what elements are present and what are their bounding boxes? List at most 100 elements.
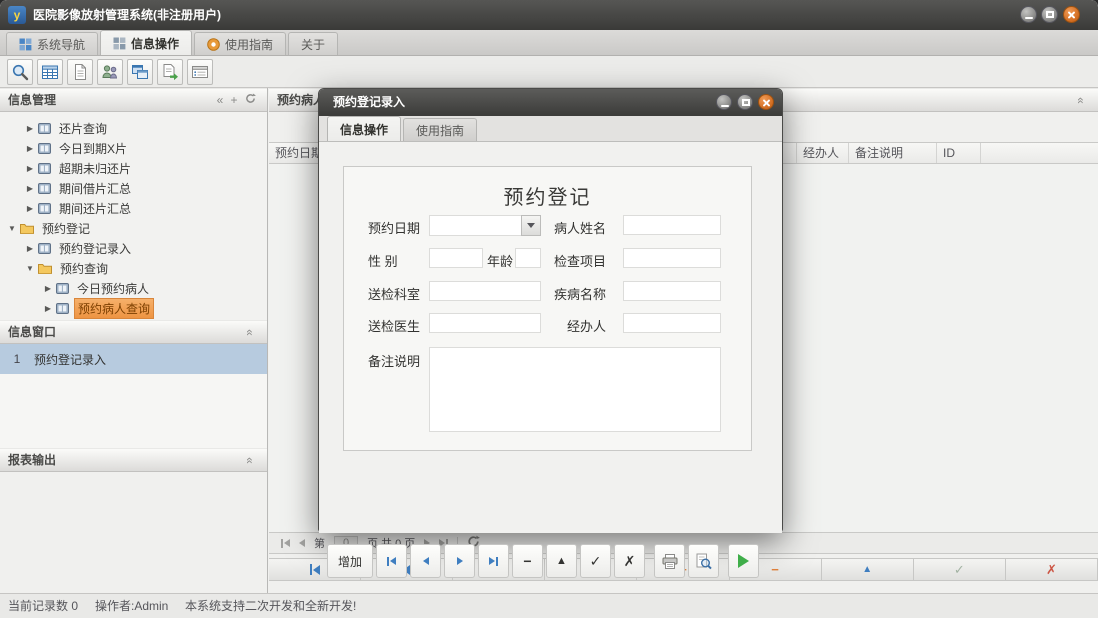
tree-item[interactable]: ▶ 还片查询	[0, 118, 267, 138]
collapse-arrow-icon[interactable]: ▼	[6, 224, 18, 233]
run-button[interactable]	[728, 544, 759, 578]
date-combobox[interactable]	[429, 215, 541, 236]
table-button[interactable]	[37, 59, 63, 85]
collapse-left-icon[interactable]: «	[213, 89, 227, 111]
tree-item[interactable]: ▶今日到期X片	[0, 138, 267, 158]
collapse-arrow-icon[interactable]: ▼	[24, 264, 36, 273]
list-button[interactable]	[187, 59, 213, 85]
info-window-item[interactable]: 1 预约登记录入	[0, 344, 267, 374]
expand-arrow-icon[interactable]: ▶	[24, 244, 36, 253]
tree-item[interactable]: ▶ 期间借片汇总	[0, 178, 267, 198]
expand-arrow-icon[interactable]: ▶	[24, 204, 36, 213]
disease-input[interactable]	[623, 281, 721, 301]
column-header-operator[interactable]: 经办人	[797, 143, 849, 163]
panel-title: 信息窗口	[8, 325, 56, 339]
next-record-button[interactable]	[444, 544, 475, 578]
edit-record-button[interactable]: ▲	[822, 559, 914, 580]
film-icon	[38, 123, 51, 134]
expand-arrow-icon[interactable]: ▶	[24, 124, 36, 133]
operator-input[interactable]	[623, 313, 721, 333]
tab-info-operation[interactable]: 信息操作	[100, 30, 192, 55]
film-icon	[38, 203, 51, 214]
play-icon	[738, 554, 749, 568]
doctor-input[interactable]	[429, 313, 541, 333]
tree-item-label: 还片查询	[56, 119, 110, 138]
label-gender: 性 别	[368, 251, 398, 270]
dropdown-button[interactable]	[521, 215, 541, 236]
collapse-up-icon[interactable]: «	[243, 321, 257, 343]
remark-textarea[interactable]	[429, 347, 721, 432]
title-bar: y 医院影像放射管理系统(非注册用户)	[0, 0, 1098, 30]
gender-input[interactable]	[429, 248, 483, 268]
tree-item-label: 期间借片汇总	[56, 179, 134, 198]
label-age: 年龄	[487, 251, 513, 270]
tree-item[interactable]: ▶期间还片汇总	[0, 198, 267, 218]
expand-arrow-icon[interactable]: ▶	[42, 284, 54, 293]
expand-arrow-icon[interactable]: ▶	[24, 184, 36, 193]
dialog-close-button[interactable]	[758, 94, 774, 110]
refresh-icon[interactable]	[243, 89, 257, 111]
dialog-tab-info-operation[interactable]: 信息操作	[327, 116, 401, 141]
last-record-button[interactable]	[478, 544, 509, 578]
cancel-button[interactable]: ✗	[614, 544, 645, 578]
delete-button[interactable]: −	[512, 544, 543, 578]
age-input[interactable]	[515, 248, 541, 268]
add-icon[interactable]: +	[227, 89, 241, 111]
close-button[interactable]	[1063, 6, 1080, 23]
dept-input[interactable]	[429, 281, 541, 301]
panel-header-info-management: 信息管理 « +	[0, 88, 267, 112]
preview-button[interactable]	[688, 544, 719, 578]
tree-item-selected[interactable]: ▶预约病人查询	[0, 298, 267, 318]
tree-item[interactable]: ▶预约登记录入	[0, 238, 267, 258]
column-header-remark[interactable]: 备注说明	[849, 143, 937, 163]
tab-label: 关于	[301, 36, 325, 53]
document-icon	[71, 63, 89, 81]
column-header-id[interactable]: ID	[937, 143, 981, 163]
film-icon	[56, 283, 69, 294]
dialog-title: 预约登记录入	[333, 89, 405, 116]
expand-arrow-icon[interactable]: ▶	[24, 144, 36, 153]
minimize-button[interactable]	[1020, 6, 1037, 23]
expand-arrow-icon[interactable]: ▶	[42, 304, 54, 313]
users-button[interactable]	[97, 59, 123, 85]
cancel-record-button[interactable]: ✗	[1006, 559, 1098, 580]
edit-button[interactable]: ▲	[546, 544, 577, 578]
document-button[interactable]	[67, 59, 93, 85]
collapse-up-icon[interactable]: «	[1074, 89, 1088, 111]
export-button[interactable]	[157, 59, 183, 85]
print-button[interactable]	[654, 544, 685, 578]
dialog-body: 预约登记 预约日期 病人姓名 性 别 年龄 检查项目 送检科室 疾病名称 送	[319, 142, 782, 533]
prev-page-icon[interactable]	[299, 539, 305, 547]
first-record-button[interactable]	[376, 544, 407, 578]
film-icon	[38, 143, 51, 154]
dialog-maximize-button[interactable]	[737, 94, 753, 110]
date-input[interactable]	[429, 215, 521, 236]
dialog-tab-user-guide[interactable]: 使用指南	[403, 118, 477, 141]
add-button[interactable]: 增加	[327, 544, 373, 578]
prev-record-button[interactable]	[410, 544, 441, 578]
search-button[interactable]	[7, 59, 33, 85]
tree-item[interactable]: ▶超期未归还片	[0, 158, 267, 178]
tab-user-guide[interactable]: 使用指南	[194, 32, 286, 55]
table-icon	[41, 63, 59, 81]
tree-item[interactable]: ▶今日预约病人	[0, 278, 267, 298]
dialog-minimize-button[interactable]	[716, 94, 732, 110]
confirm-record-button[interactable]: ✓	[914, 559, 1006, 580]
expand-arrow-icon[interactable]: ▶	[24, 164, 36, 173]
film-icon	[38, 163, 51, 174]
dialog-title-bar: 预约登记录入	[319, 89, 782, 116]
tab-about[interactable]: 关于	[288, 32, 338, 55]
prev-icon	[423, 557, 429, 565]
patient-name-input[interactable]	[623, 215, 721, 235]
search-icon	[11, 63, 29, 81]
windows-button[interactable]	[127, 59, 153, 85]
exam-item-input[interactable]	[623, 248, 721, 268]
maximize-button[interactable]	[1041, 6, 1058, 23]
collapse-up-icon[interactable]: «	[243, 449, 257, 471]
first-page-icon[interactable]	[281, 539, 290, 548]
tree-item-folder[interactable]: ▼预约登记	[0, 218, 267, 238]
confirm-button[interactable]: ✓	[580, 544, 611, 578]
tree-item-folder[interactable]: ▼预约查询	[0, 258, 267, 278]
main-tab-bar: 系统导航 信息操作 使用指南 关于	[0, 30, 1098, 56]
tab-system-nav[interactable]: 系统导航	[6, 32, 98, 55]
